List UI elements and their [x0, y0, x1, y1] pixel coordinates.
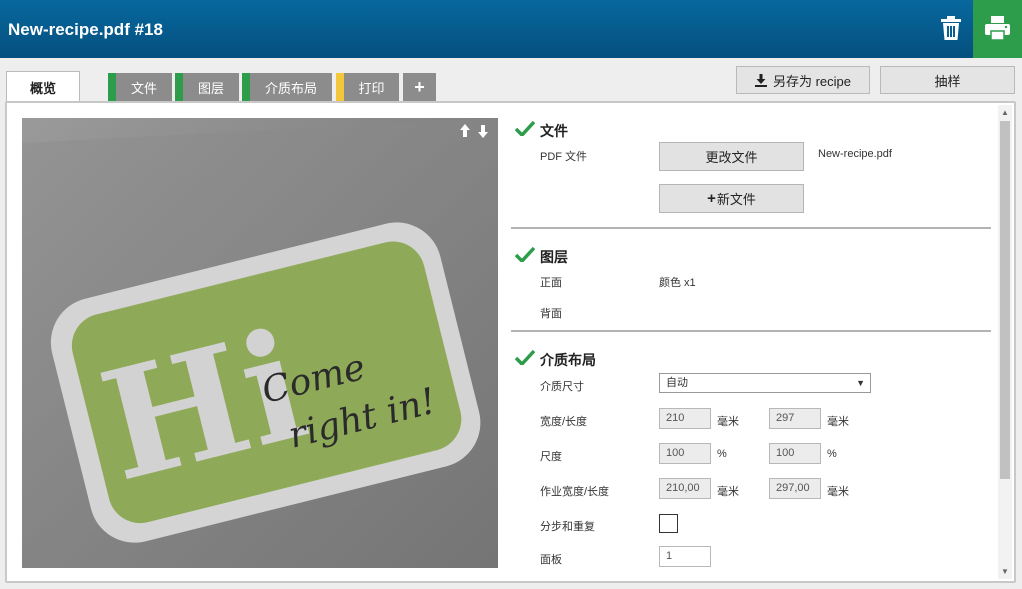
check-icon [515, 246, 535, 262]
chevron-down-icon: ▼ [856, 378, 865, 388]
section-title-file: 文件 [540, 123, 568, 139]
scale-x-input[interactable]: 100 [659, 443, 711, 464]
status-bar [242, 73, 250, 101]
height-input[interactable]: 297 [769, 408, 821, 429]
tab-bar: 概览 文件 图层 介质布局 打印 + 另存为 recipe 抽样 [0, 58, 1022, 102]
front-value: 颜色 x1 [659, 277, 696, 289]
section-divider [511, 330, 991, 332]
pdf-file-label: PDF 文件 [540, 151, 588, 163]
check-icon [515, 120, 535, 136]
scroll-down-icon[interactable]: ▼ [1000, 567, 1010, 577]
tab-label: 图层 [197, 80, 224, 96]
sample-button[interactable]: 抽样 [880, 66, 1015, 94]
tab-label: 介质布局 [264, 80, 317, 96]
change-file-button[interactable]: 更改文件 [659, 142, 804, 171]
tab-overview[interactable]: 概览 [6, 71, 80, 102]
preview-image: Hi Come right in! [22, 118, 498, 568]
trash-icon[interactable] [936, 13, 966, 43]
tab-print[interactable]: 打印 [336, 73, 399, 101]
section-title-media: 介质布局 [540, 352, 596, 368]
scale-y-unit: % [827, 448, 837, 460]
main-panel: Hi Come right in! 文件 PDF 文件 更改文件 New-rec… [5, 101, 1016, 583]
new-file-button[interactable]: + 新文件 [659, 184, 804, 213]
scale-y-input[interactable]: 100 [769, 443, 821, 464]
sample-label: 抽样 [934, 73, 961, 89]
tab-label: 概览 [29, 80, 56, 96]
tab-layers[interactable]: 图层 [175, 73, 239, 101]
plus-icon: + [414, 76, 425, 97]
status-bar [175, 73, 183, 101]
status-bar [108, 73, 116, 101]
scrollbar-thumb[interactable] [1000, 121, 1010, 479]
width-input[interactable]: 210 [659, 408, 711, 429]
download-icon [754, 73, 767, 87]
job-width-input[interactable]: 210,00 [659, 478, 711, 499]
width-unit: 毫米 [717, 416, 739, 428]
scale-label: 尺度 [540, 451, 562, 463]
back-label: 背面 [540, 308, 562, 320]
app-header: New-recipe.pdf #18 [0, 0, 1022, 58]
panel-label: 面板 [540, 554, 562, 566]
tab-label: 文件 [130, 80, 157, 96]
print-button[interactable] [973, 0, 1022, 58]
scale-x-unit: % [717, 448, 727, 460]
reorder-arrows-icon[interactable] [459, 124, 489, 141]
panel-input[interactable]: 1 [659, 546, 711, 567]
job-width-unit: 毫米 [717, 486, 739, 498]
document-title: New-recipe.pdf #18 [8, 20, 163, 39]
job-height-input[interactable]: 297,00 [769, 478, 821, 499]
new-file-label: 新文件 [716, 192, 756, 207]
tab-label: 打印 [358, 80, 385, 96]
save-as-recipe-button[interactable]: 另存为 recipe [736, 66, 870, 94]
pdf-filename: New-recipe.pdf [818, 148, 892, 160]
media-size-value: 自动 [666, 377, 688, 389]
step-repeat-label: 分步和重复 [540, 521, 595, 533]
status-bar [336, 73, 344, 101]
plus-icon: + [707, 190, 716, 207]
scroll-up-icon[interactable]: ▲ [1000, 108, 1010, 118]
add-tab-button[interactable]: + [403, 73, 436, 101]
printer-icon [985, 16, 1010, 40]
check-icon [515, 349, 535, 365]
media-size-select[interactable]: 自动 ▼ [659, 373, 871, 393]
height-unit: 毫米 [827, 416, 849, 428]
section-title-layers: 图层 [540, 249, 568, 265]
front-label: 正面 [540, 277, 562, 289]
job-size-label: 作业宽度/长度 [540, 486, 610, 498]
scrollbar[interactable]: ▲ ▼ [998, 105, 1012, 579]
width-length-label: 宽度/长度 [540, 416, 588, 428]
save-as-recipe-label: 另存为 recipe [772, 73, 852, 89]
document-preview: Hi Come right in! [22, 118, 498, 568]
section-divider [511, 227, 991, 229]
tab-media-layout[interactable]: 介质布局 [242, 73, 332, 101]
media-size-label: 介质尺寸 [540, 381, 584, 393]
step-repeat-checkbox[interactable] [659, 514, 678, 533]
tab-file[interactable]: 文件 [108, 73, 172, 101]
job-height-unit: 毫米 [827, 486, 849, 498]
